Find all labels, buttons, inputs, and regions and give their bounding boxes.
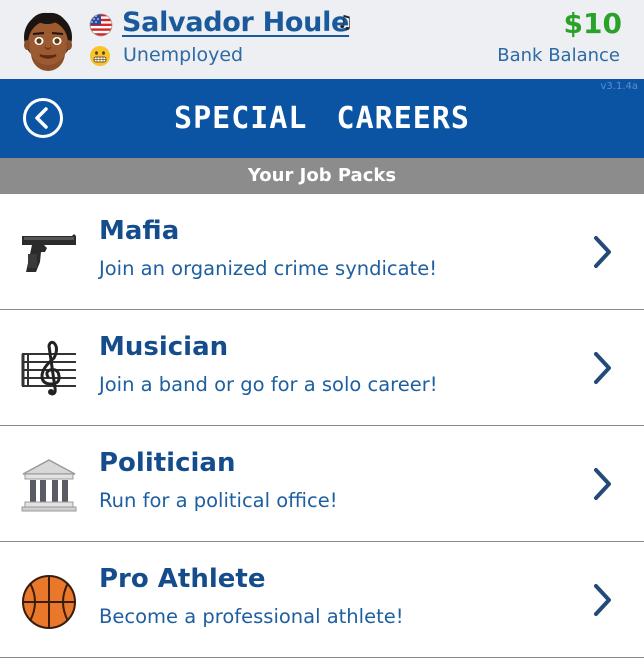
chevron-right-icon[interactable] [590, 234, 614, 270]
chevron-right-icon[interactable] [590, 466, 614, 502]
job-pack-pro-athlete[interactable]: Pro Athlete Become a professional athlet… [0, 542, 644, 658]
bank-balance-label: Bank Balance [497, 45, 620, 66]
government-building-icon [21, 459, 77, 512]
title-bar: SPECIAL CAREERS v3.1.4a [0, 79, 644, 158]
chevron-right-icon[interactable] [590, 582, 614, 618]
job-pack-musician[interactable]: Musician Join a band or go for a solo ca… [0, 310, 644, 426]
job-pack-mafia[interactable]: Mafia Join an organized crime syndicate! [0, 194, 644, 310]
job-subtitle: Become a professional athlete! [99, 605, 404, 628]
profile-header: Salvador Houle ♫ Unemployed $10 Bank Bal… [0, 0, 644, 79]
section-header: Your Job Packs [0, 158, 644, 194]
music-note-icon: ♫ [337, 12, 354, 33]
basketball-icon [22, 575, 76, 629]
job-status: Unemployed [123, 44, 244, 66]
job-subtitle: Join an organized crime syndicate! [99, 257, 438, 280]
pistol-icon [22, 234, 76, 272]
chevron-right-icon[interactable] [590, 350, 614, 386]
version-label: v3.1.4a [600, 81, 639, 92]
page-title: SPECIAL CAREERS [174, 101, 470, 136]
grimacing-face-icon [90, 46, 110, 66]
job-title: Mafia [99, 216, 180, 246]
job-subtitle: Run for a political office! [99, 489, 338, 512]
job-subtitle: Join a band or go for a solo career! [99, 373, 438, 396]
us-flag-icon [89, 13, 113, 37]
section-label: Your Job Packs [247, 165, 397, 186]
job-title: Pro Athlete [99, 564, 266, 594]
job-title: Politician [99, 448, 236, 478]
job-title: Musician [99, 332, 229, 362]
treble-clef-icon [21, 340, 76, 396]
bank-balance-amount: $10 [563, 7, 622, 40]
player-name[interactable]: Salvador Houle [122, 7, 349, 38]
avatar[interactable] [18, 7, 78, 73]
job-pack-politician[interactable]: Politician Run for a political office! [0, 426, 644, 542]
